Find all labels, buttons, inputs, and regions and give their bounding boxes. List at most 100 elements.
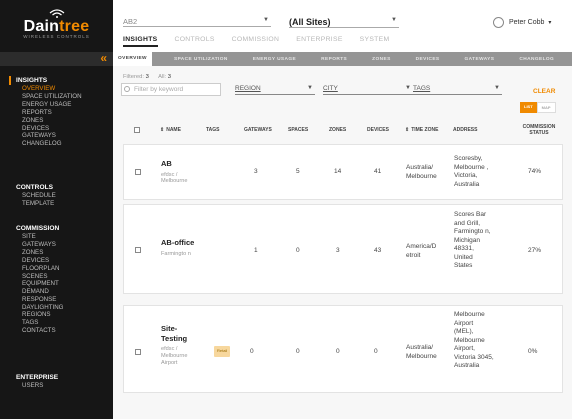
select-all-checkbox[interactable] (134, 127, 140, 133)
gateways-value: 0 (250, 348, 254, 355)
sidebar-item-demand-response[interactable]: DEMAND RESPONSE (0, 288, 60, 303)
sidebar-item-template[interactable]: TEMPLATE (0, 200, 113, 208)
spaces-value: 5 (296, 168, 300, 175)
nav-heading-commission[interactable]: COMMISSION (0, 224, 113, 233)
sidebar-item-devices[interactable]: DEVICES (0, 125, 113, 133)
tab-insights[interactable]: INSIGHTS (123, 36, 158, 47)
sidebar-item-overview[interactable]: OVERVIEW (0, 85, 113, 93)
brand-name: Daintree (23, 17, 90, 35)
column-zones: ZONES (329, 127, 347, 133)
tags-dropdown[interactable]: TAGS ▼ (413, 85, 502, 95)
zones-value: 3 (336, 247, 340, 254)
site-select[interactable]: AB2 ▼ (123, 17, 271, 27)
sidebar-item-commission-gateways[interactable]: GATEWAYS (0, 241, 113, 249)
filter-count: Filtered: 3 All: 3 (123, 74, 172, 80)
subtab-overview[interactable]: OVERVIEW (113, 52, 152, 66)
region-dropdown[interactable]: REGION ▼ (235, 85, 315, 95)
nav-heading-insights[interactable]: INSIGHTS (0, 76, 113, 85)
sidebar-item-floorplan[interactable]: FLOORPLAN (0, 265, 113, 273)
column-spaces: SPACES (288, 127, 309, 133)
sidebar-collapse-bar: « (0, 52, 113, 66)
gateways-value: 3 (254, 168, 258, 175)
site-location: efdsc / Melbourne Airport (161, 346, 188, 366)
tab-commission[interactable]: COMMISSION (232, 36, 280, 47)
table-row[interactable]: AB efdsc / Melbourne 3 5 14 41 Australia… (123, 144, 563, 200)
site-name[interactable]: AB (161, 159, 205, 169)
tab-controls[interactable]: CONTROLS (175, 36, 215, 47)
chevron-down-icon: ▼ (391, 17, 397, 23)
row-checkbox[interactable] (135, 169, 141, 175)
subtab-reports[interactable]: REPORTS (321, 57, 347, 62)
chevron-down-icon: ▾ (548, 20, 552, 26)
sidebar-item-reports[interactable]: REPORTS (0, 109, 113, 117)
collapse-icon[interactable]: « (100, 52, 107, 65)
commission-status-value: 74% (528, 168, 542, 175)
nav-group-controls: CONTROLS SCHEDULE TEMPLATE (0, 183, 113, 208)
main-content: AB2 ▼ (All Sites) ▼ Peter Cobb ▾ INSIGHT… (113, 0, 572, 419)
sidebar-item-schedule[interactable]: SCHEDULE (0, 192, 113, 200)
subtab-zones[interactable]: ZONES (372, 57, 391, 62)
search-input[interactable]: Filter by keyword (121, 83, 221, 96)
user-menu[interactable]: Peter Cobb ▾ (493, 17, 551, 28)
list-view-button[interactable]: LIST (520, 102, 537, 113)
sidebar-item-commission-zones[interactable]: ZONES (0, 249, 113, 257)
sidebar-item-gateways[interactable]: GATEWAYS (0, 132, 113, 140)
nav-group-insights: INSIGHTS OVERVIEW SPACE UTILIZATION ENER… (0, 76, 113, 148)
sidebar-item-daylighting[interactable]: DAYLIGHTING (0, 304, 113, 312)
sidebar-item-energy-usage[interactable]: ENERGY USAGE (0, 101, 113, 109)
column-time-zone[interactable]: ⇕ TIME ZONE (405, 120, 441, 140)
sidebar-item-regions[interactable]: REGIONS (0, 311, 113, 319)
column-address: ADDRESS (453, 127, 478, 133)
subtab-devices[interactable]: DEVICES (416, 57, 440, 62)
table-row[interactable]: Site-Testing efdsc / Melbourne Airport R… (123, 305, 563, 393)
column-name[interactable]: ⇕ NAME (160, 120, 181, 140)
column-devices: DEVICES (367, 127, 389, 133)
column-gateways: GATEWAYS (244, 127, 272, 133)
subtab-gateways[interactable]: GATEWAYS (465, 57, 495, 62)
gateways-value: 1 (254, 247, 258, 254)
map-view-button[interactable]: MAP (536, 102, 556, 113)
address-value: Melbourne Airport (MEL), Melbourne Airpo… (454, 311, 494, 369)
table-header: ⇕ NAME TAGS GATEWAYS SPACES ZONES DEVICES… (123, 120, 563, 140)
row-checkbox[interactable] (135, 349, 141, 355)
site-location: efdsc / Melbourne (161, 171, 188, 185)
sidebar-item-tags[interactable]: TAGS (0, 319, 113, 327)
sidebar-item-users[interactable]: USERS (0, 382, 113, 390)
address-value: Scoresby, Melbourne , Victoria, Australi… (454, 155, 489, 188)
tags-cell: Retail (214, 346, 231, 357)
all-sites-select[interactable]: (All Sites) ▼ (289, 17, 399, 28)
commission-status-value: 0% (528, 348, 538, 355)
brand-subtitle: WIRELESS CONTROLS (23, 33, 90, 39)
sidebar-item-zones[interactable]: ZONES (0, 117, 113, 125)
row-checkbox[interactable] (135, 247, 141, 253)
sidebar-item-contacts[interactable]: CONTACTS (0, 327, 113, 335)
tag-badge[interactable]: Retail (214, 346, 231, 357)
city-dropdown[interactable]: CITY ▼ (323, 85, 413, 95)
sub-tabs-bar: OVERVIEW SPACE UTILIZATION ENERGY USAGE … (113, 52, 572, 66)
tab-system[interactable]: SYSTEM (360, 36, 390, 47)
chevron-down-icon: ▼ (263, 17, 269, 23)
clear-filters-link[interactable]: CLEAR (533, 88, 555, 95)
sidebar-item-commission-devices[interactable]: DEVICES (0, 257, 113, 265)
brand-logo[interactable]: Daintree WIRELESS CONTROLS (0, 0, 113, 44)
zones-value: 0 (336, 348, 340, 355)
timezone-value: America/D etroit (406, 243, 437, 259)
subtab-energy-usage[interactable]: ENERGY USAGE (253, 57, 296, 62)
table-row[interactable]: AB-office Farmingto n 1 0 3 43 America/D… (123, 204, 563, 294)
sidebar-item-scenes[interactable]: SCENES (0, 273, 113, 281)
nav-heading-controls[interactable]: CONTROLS (0, 183, 113, 192)
sort-icon: ⇕ (160, 127, 165, 133)
spaces-value: 0 (296, 348, 300, 355)
search-icon (124, 86, 130, 92)
tab-enterprise[interactable]: ENTERPRISE (296, 36, 342, 47)
subtab-changelog[interactable]: CHANGELOG (519, 57, 554, 62)
sidebar-item-equipment[interactable]: EQUIPMENT (0, 280, 113, 288)
sidebar: Daintree WIRELESS CONTROLS « INSIGHTS OV… (0, 0, 113, 419)
subtab-space-utilization[interactable]: SPACE UTILIZATION (174, 57, 228, 62)
site-name[interactable]: Site-Testing (161, 324, 201, 343)
sidebar-item-space-utilization[interactable]: SPACE UTILIZATION (0, 93, 113, 101)
site-name[interactable]: AB-office (161, 238, 205, 248)
sidebar-item-changelog[interactable]: CHANGELOG (0, 140, 113, 148)
nav-heading-enterprise[interactable]: ENTERPRISE (0, 373, 113, 382)
sidebar-item-site[interactable]: SITE (0, 233, 113, 241)
